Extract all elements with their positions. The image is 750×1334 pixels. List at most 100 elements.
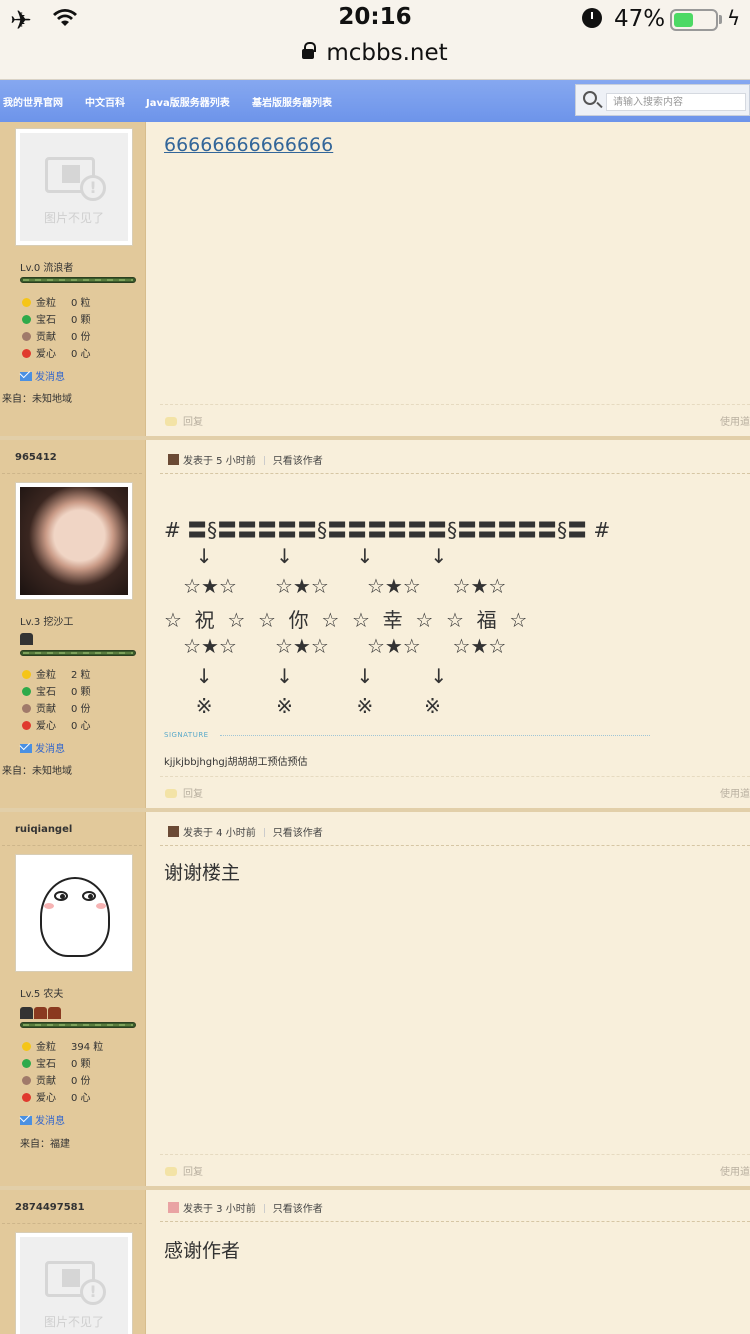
post-time: 发表于 5 小时前 bbox=[183, 456, 256, 467]
post-link[interactable]: 66666666666666 bbox=[164, 134, 333, 156]
send-message-button[interactable]: 发消息 bbox=[20, 368, 65, 383]
nav-link-java-servers[interactable]: Java版服务器列表 bbox=[146, 94, 230, 109]
signature-label: SIGNATURE bbox=[164, 731, 209, 739]
medal-row bbox=[20, 630, 34, 649]
only-author-link[interactable]: 只看该作者 bbox=[273, 828, 323, 839]
user-location: 来自：未知地域 bbox=[2, 394, 72, 405]
stat-contribution: 贡献 0 份 bbox=[22, 1072, 91, 1087]
avatar-photo bbox=[20, 487, 128, 595]
stat-contribution: 贡献 0 份 bbox=[22, 700, 91, 715]
medal-row bbox=[20, 1004, 62, 1023]
mail-icon bbox=[20, 372, 32, 381]
post-time: 发表于 4 小时前 bbox=[183, 828, 256, 839]
art-row: ☆★☆ ☆★☆ ☆★☆ ☆★☆ bbox=[164, 574, 507, 598]
avatar[interactable] bbox=[15, 854, 133, 972]
only-author-link[interactable]: 只看该作者 bbox=[273, 456, 323, 467]
search-icon[interactable] bbox=[583, 91, 597, 105]
medal-icon bbox=[48, 1007, 61, 1019]
meta-divider bbox=[160, 473, 750, 474]
avatar[interactable] bbox=[15, 482, 133, 600]
username[interactable]: 2874497581 bbox=[15, 1202, 85, 1213]
reply-button[interactable]: 回复 bbox=[165, 1163, 203, 1178]
stat-love: 爱心 0 心 bbox=[22, 1089, 91, 1104]
use-item-link[interactable]: 使用道 bbox=[720, 413, 750, 428]
gold-icon bbox=[22, 1042, 31, 1051]
nav-link-minecraft-official[interactable]: 我的世界官网 bbox=[3, 94, 63, 109]
medal-icon bbox=[20, 633, 33, 645]
stat-contribution: 贡献 0 份 bbox=[22, 328, 91, 343]
contribution-icon bbox=[22, 704, 31, 713]
stat-gold: 金粒 0 粒 bbox=[22, 294, 91, 309]
post-meta: 发表于 5 小时前 只看该作者 bbox=[168, 452, 323, 467]
author-head-icon bbox=[168, 1202, 179, 1213]
post-content: 66666666666666 bbox=[164, 134, 333, 156]
send-message-button[interactable]: 发消息 bbox=[20, 740, 65, 755]
user-level: Lv.3 挖沙工 bbox=[20, 617, 74, 628]
search-input[interactable] bbox=[606, 93, 746, 111]
user-location: 来自：福建 bbox=[20, 1139, 70, 1150]
xp-bar bbox=[20, 1022, 136, 1028]
nav-link-wiki[interactable]: 中文百科 bbox=[85, 94, 125, 109]
username[interactable]: ruiqiangel bbox=[15, 824, 72, 835]
post-2: 965412 Lv.3 挖沙工 金粒 2 粒 宝石 0 颗 贡献 0 份 爱心 0 心 … bbox=[0, 440, 750, 810]
post-content: 感谢作者 bbox=[164, 1240, 241, 1262]
username-divider bbox=[2, 1223, 142, 1224]
post-actions: 回复 使用道 bbox=[160, 1154, 750, 1178]
reply-button[interactable]: 回复 bbox=[165, 785, 203, 800]
lock-icon bbox=[302, 42, 317, 59]
search-box bbox=[575, 84, 750, 116]
gold-icon bbox=[22, 670, 31, 679]
gold-icon bbox=[22, 298, 31, 307]
post-ascii-art: # 〓§〓〓〓〓〓§〓〓〓〓〓〓§〓〓〓〓〓§〓 # ↓ ↓ ↓ ↓ ☆★☆ ☆… bbox=[164, 512, 644, 722]
post-4: 2874497581 ! 图片不见了 发表于 3 小时前 只看该作者 感谢作者 bbox=[0, 1190, 750, 1334]
send-message-button[interactable]: 发消息 bbox=[20, 1112, 65, 1127]
post-time: 发表于 3 小时前 bbox=[183, 1204, 256, 1215]
post-3: ruiqiangel Lv.5 农夫 金粒 394 粒 宝石 0 颗 贡献 0 份 爱… bbox=[0, 812, 750, 1186]
battery-fill bbox=[674, 13, 693, 27]
avatar-cartoon bbox=[20, 859, 128, 967]
medal-icon bbox=[20, 1007, 33, 1019]
use-item-link[interactable]: 使用道 bbox=[720, 785, 750, 800]
medal-icon bbox=[34, 1007, 47, 1019]
stat-love: 爱心 0 心 bbox=[22, 717, 91, 732]
post-1: ! 图片不见了 Lv.0 流浪者 金粒 0 粒 宝石 0 颗 贡献 0 份 爱心 0 心… bbox=[0, 122, 750, 438]
signature-text: kjjkjbbjhghgj胡胡胡工预估预估 bbox=[164, 757, 308, 768]
post-actions: 回复 使用道 bbox=[160, 404, 750, 428]
nav-link-bedrock-servers[interactable]: 基岩版服务器列表 bbox=[252, 94, 332, 109]
use-item-link[interactable]: 使用道 bbox=[720, 1163, 750, 1178]
stat-gold: 金粒 2 粒 bbox=[22, 666, 91, 681]
battery-percentage: 47% bbox=[614, 6, 666, 32]
address-bar[interactable]: mcbbs.net bbox=[0, 40, 750, 66]
stat-gem: 宝石 0 颗 bbox=[22, 683, 91, 698]
art-row: ☆★☆ ☆★☆ ☆★☆ ☆★☆ bbox=[164, 634, 507, 658]
avatar-missing-text: 图片不见了 bbox=[43, 211, 104, 225]
reply-button[interactable]: 回复 bbox=[165, 413, 203, 428]
user-level: Lv.0 流浪者 bbox=[20, 263, 74, 274]
post-actions: 回复 使用道 bbox=[160, 776, 750, 800]
stat-gem: 宝石 0 颗 bbox=[22, 1055, 91, 1070]
mail-icon bbox=[20, 1116, 32, 1125]
art-row: ↓ ↓ ↓ ↓ bbox=[164, 664, 448, 688]
stat-gold: 金粒 394 粒 bbox=[22, 1038, 103, 1053]
reply-icon bbox=[165, 789, 177, 798]
art-row: ☆ 祝 ☆ ☆ 你 ☆ ☆ 幸 ☆ ☆ 福 ☆ bbox=[164, 608, 528, 632]
author-head-icon bbox=[168, 454, 179, 465]
user-location: 来自：未知地域 bbox=[2, 766, 72, 777]
meta-divider bbox=[160, 1221, 750, 1222]
xp-bar bbox=[20, 277, 136, 283]
love-icon bbox=[22, 349, 31, 358]
exclamation-icon: ! bbox=[80, 1279, 106, 1305]
art-row: ↓ ↓ ↓ ↓ bbox=[164, 544, 448, 568]
xp-bar bbox=[20, 650, 136, 656]
username[interactable]: 965412 bbox=[15, 452, 57, 463]
exclamation-icon: ! bbox=[80, 175, 106, 201]
avatar[interactable]: ! 图片不见了 bbox=[15, 128, 133, 246]
reply-icon bbox=[165, 417, 177, 426]
browser-top-bar: ✈ 20:16 47% ϟ mcbbs.net bbox=[0, 0, 750, 80]
address-domain: mcbbs.net bbox=[326, 40, 448, 66]
only-author-link[interactable]: 只看该作者 bbox=[273, 1204, 323, 1215]
signature-divider bbox=[220, 735, 650, 736]
alarm-icon bbox=[582, 8, 602, 28]
contribution-icon bbox=[22, 332, 31, 341]
avatar[interactable]: ! 图片不见了 bbox=[15, 1232, 133, 1334]
